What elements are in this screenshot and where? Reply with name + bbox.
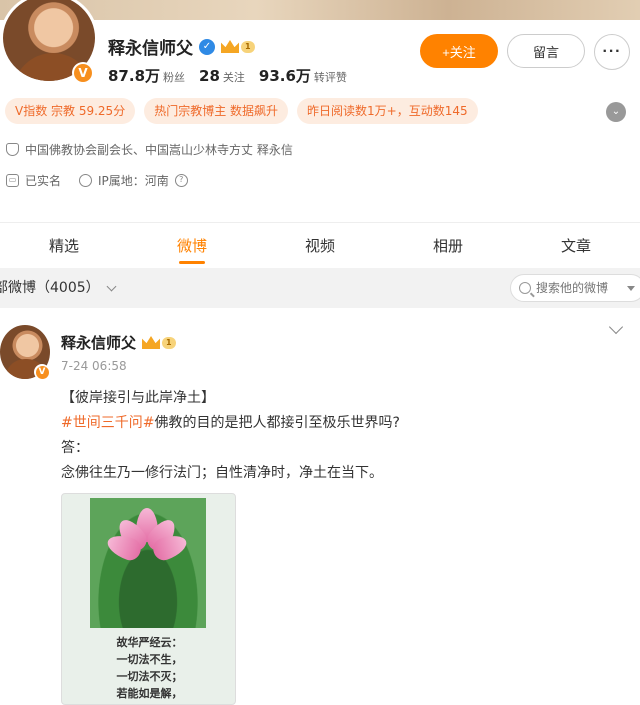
profile-stats: 87.8万 粉丝 28 关注 93.6万 转评赞: [108, 65, 347, 86]
stat-following[interactable]: 28 关注: [199, 66, 245, 85]
crown-shape: [221, 40, 239, 53]
follow-button[interactable]: +关注: [420, 34, 498, 68]
ip-location-text: IP属地：河南: [98, 174, 169, 188]
id-card-icon: ▭: [6, 174, 19, 187]
help-icon[interactable]: ?: [174, 174, 188, 187]
vip-crown-icon[interactable]: 1: [142, 336, 176, 349]
tab-weibo[interactable]: 微博: [128, 223, 256, 268]
blue-verified-icon[interactable]: ✓: [199, 38, 215, 55]
hashtag-link[interactable]: #世间三千问#: [61, 415, 154, 431]
post-answer-label: 答：: [61, 440, 89, 456]
profile-tabs: 精选 微博 视频 相册 文章: [0, 222, 640, 268]
post-body: 【彼岸接引与此岸净土】 #世间三千问#佛教的目的是把人都接引至极乐世界吗? 答：…: [61, 386, 621, 486]
lotus-flower-icon: [104, 508, 190, 564]
profile-name: 释永信师父: [108, 39, 193, 59]
chevron-down-icon: [106, 281, 117, 291]
post-menu-chevron-icon[interactable]: [608, 319, 624, 335]
weibo-profile-page: V 释永信师父 ✓ 1 87.8万 粉丝 28 关注 93.6万 转评赞 +关注 留言…: [0, 0, 640, 705]
image-poem: 故华严经云： 一切法不生， 一切法不灭； 若能如是解，: [116, 636, 183, 700]
vip-level: 1: [241, 40, 255, 53]
post-question-line: #世间三千问#佛教的目的是把人都接引至极乐世界吗?: [61, 411, 621, 436]
vip-crown-icon[interactable]: 1: [221, 40, 255, 53]
real-name-text: 已实名: [25, 174, 62, 188]
post-author-row: 释永信师父 1: [61, 332, 176, 353]
crown-shape: [142, 336, 161, 349]
weibo-post: V 释永信师父 1 7-24 06:58 【彼岸接引与此岸净土】 #世间三千问#…: [0, 308, 640, 705]
profile-name-row: 释永信师父 ✓ 1: [108, 34, 255, 59]
expand-chevron-icon[interactable]: ⌄: [606, 102, 626, 122]
tag-reads[interactable]: 昨日阅读数1万+，互动数145: [297, 98, 478, 124]
bio-line: 中国佛教协会副会长、中国嵩山少林寺方丈 释永信: [6, 141, 293, 158]
tab-videos[interactable]: 视频: [256, 223, 384, 268]
post-author-name[interactable]: 释永信师父: [61, 332, 136, 353]
message-button[interactable]: 留言: [507, 34, 585, 68]
post-image[interactable]: 故华严经云： 一切法不生， 一切法不灭； 若能如是解，: [61, 493, 236, 705]
dropdown-icon[interactable]: [627, 285, 635, 291]
post-title: 【彼岸接引与此岸净土】: [61, 390, 215, 406]
post-question: 佛教的目的是把人都接引至极乐世界吗?: [154, 415, 400, 431]
tab-featured[interactable]: 精选: [0, 223, 128, 268]
post-timestamp[interactable]: 7-24 06:58: [61, 359, 127, 373]
tab-albums[interactable]: 相册: [384, 223, 512, 268]
search-his-weibo[interactable]: [510, 274, 640, 302]
tag-hot-blogger[interactable]: 热门宗教博主 数据飙升: [144, 98, 289, 124]
stat-fans[interactable]: 87.8万 粉丝: [108, 65, 185, 86]
shield-icon: [6, 143, 19, 156]
vip-level: 1: [162, 336, 176, 349]
location-icon: [79, 174, 93, 187]
feed-filter-bar: 部微博（4005）: [0, 268, 640, 308]
bio-text: 中国佛教协会副会长、中国嵩山少林寺方丈 释永信: [25, 143, 293, 157]
more-options-button[interactable]: ···: [594, 34, 630, 70]
search-input[interactable]: [536, 281, 616, 295]
all-weibo-filter[interactable]: 部微博（4005）: [0, 268, 117, 308]
tag-v-index[interactable]: V指数 宗教 59.25分: [5, 98, 136, 124]
profile-banner: [0, 0, 640, 20]
post-answer: 念佛往生乃一修行法门；自性清净时，净土在当下。: [61, 465, 383, 481]
identity-line: ▭ 已实名 IP属地：河南 ?: [6, 172, 188, 189]
profile-tags: V指数 宗教 59.25分 热门宗教博主 数据飙升 昨日阅读数1万+，互动数14…: [5, 98, 478, 124]
search-icon: [519, 282, 531, 294]
tab-articles[interactable]: 文章: [512, 223, 640, 268]
verified-orange-v-icon: V: [72, 62, 94, 84]
filter-label-text: 部微博（4005）: [0, 280, 100, 296]
verified-orange-v-icon: V: [34, 364, 50, 380]
stat-reposts-likes[interactable]: 93.6万 转评赞: [259, 65, 347, 86]
